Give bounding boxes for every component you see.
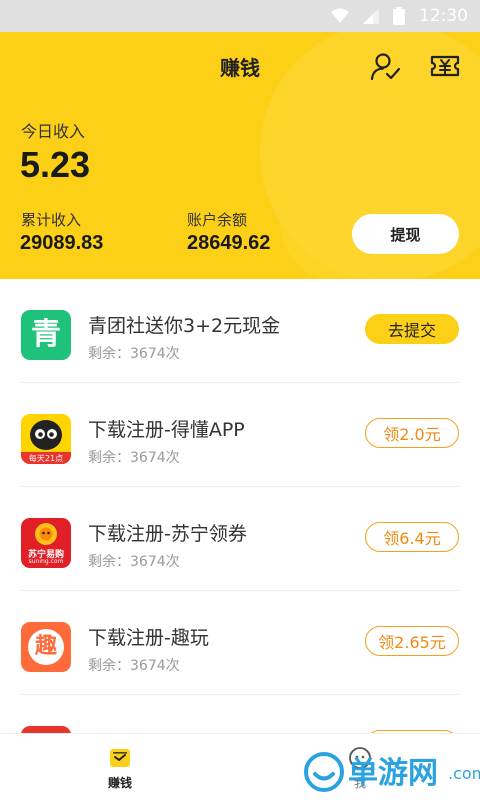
task-row[interactable]: 趣 下载注册-趣玩 剩余：3674次 领2.65元 (0, 591, 480, 695)
task-title: 下载注册-得懂APP (88, 419, 245, 441)
task-title: 下载注册-苏宁领券 (88, 523, 247, 545)
today-income-value: 5.23 (20, 144, 91, 185)
dedong-app-icon: 每天21点 (21, 414, 71, 464)
suning-icon-caption-url: suning.com (28, 558, 64, 565)
task-row-partial[interactable] (0, 695, 480, 735)
task-remaining: 剩余：3674次 (88, 658, 180, 674)
task-list: 青 青团社送你3+2元现金 剩余：3674次 去提交 每天21点 下载注册-得懂… (0, 279, 480, 735)
status-bar: 12:30 (0, 0, 480, 32)
quwan-app-icon: 趣 (21, 622, 71, 672)
task-remaining: 剩余：3674次 (88, 450, 180, 466)
page-title: 赚钱 (220, 56, 260, 80)
qingtuan-icon-glyph: 青 (31, 317, 61, 352)
suning-app-icon: 苏宁易购 suning.com (21, 518, 71, 568)
quwan-icon-glyph: 趣 (34, 634, 57, 659)
screen: 12:30 赚钱 今日收入 5.23 累计收入 29089.83 账户余额 28… (0, 0, 480, 800)
total-income-value: 29089.83 (20, 232, 104, 254)
battery-icon (393, 7, 405, 25)
balance-value: 28649.62 (187, 232, 271, 254)
status-icons: 12:30 (331, 0, 468, 32)
task-row[interactable]: 苏宁易购 suning.com 下载注册-苏宁领券 剩余：3674次 领6.4元 (0, 487, 480, 591)
yuan-ticket-icon[interactable] (429, 50, 461, 82)
task-title: 青团社送你3+2元现金 (88, 315, 281, 337)
today-income-label: 今日收入 (21, 122, 86, 141)
total-income-label: 累计收入 (21, 211, 82, 229)
wallet-icon (110, 749, 130, 767)
watermark: 单游网 .com (300, 742, 480, 800)
dedong-icon-caption: 每天21点 (28, 454, 64, 463)
submit-task-button[interactable]: 去提交 (365, 314, 459, 344)
balance-label: 账户余额 (187, 211, 248, 229)
task-remaining: 剩余：3674次 (88, 554, 180, 570)
signal-icon (363, 8, 379, 24)
watermark-suffix: .com (448, 764, 480, 783)
watermark-smiley-icon (304, 752, 344, 792)
task-row[interactable]: 每天21点 下载注册-得懂APP 剩余：3674次 领2.0元 (0, 383, 480, 487)
tab-earn-label: 赚钱 (107, 776, 132, 790)
task-title: 下载注册-趣玩 (88, 627, 209, 649)
tab-earn[interactable]: 赚钱 (0, 734, 240, 800)
withdraw-button[interactable]: 提现 (352, 214, 459, 254)
status-time: 12:30 (419, 6, 468, 26)
task-remaining: 剩余：3674次 (88, 346, 180, 362)
wifi-icon (331, 8, 349, 23)
claim-reward-button[interactable]: 领2.65元 (365, 626, 459, 656)
earnings-header: 赚钱 今日收入 5.23 累计收入 29089.83 账户余额 28649.62… (0, 32, 480, 279)
claim-reward-button[interactable]: 领6.4元 (365, 522, 459, 552)
user-check-icon[interactable] (369, 50, 401, 82)
task-row[interactable]: 青 青团社送你3+2元现金 剩余：3674次 去提交 (0, 279, 480, 383)
qingtuan-app-icon: 青 (21, 310, 71, 360)
watermark-text: 单游网 (348, 756, 438, 791)
claim-reward-button[interactable]: 领2.0元 (365, 418, 459, 448)
